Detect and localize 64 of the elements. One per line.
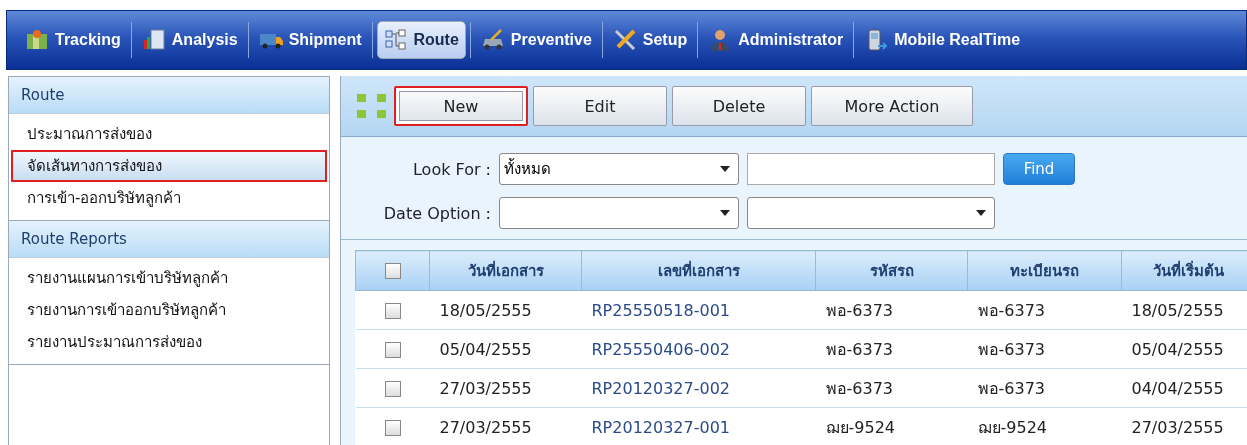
table-cell: RP25550406-002 [581,329,816,369]
dropdown[interactable] [499,197,739,229]
nav-tab[interactable]: Setup [606,22,694,58]
nav-tab[interactable]: Administrator [702,22,850,58]
column-header[interactable]: รหัสรถ [815,250,968,291]
chart-icon [141,28,166,52]
toolbar-button[interactable]: Edit [533,86,667,126]
column-header[interactable]: ทะเบียนรถ [967,250,1122,291]
sidebar-item[interactable]: รายงานประมาณการส่งของ [11,326,327,358]
sidebar-item[interactable]: รายงานแผนการเข้าบริษัทลูกค้า [11,262,327,294]
caret-icon [720,210,730,216]
table-cell: พอ-6373 [967,368,1122,408]
table-cell: 27/03/2555 [429,407,582,445]
nav-tab[interactable]: Preventive [474,22,598,58]
sidebar-item[interactable]: รายงานการเข้าออกบริษัทลูกค้า [11,294,327,326]
table-cell: 05/04/2555 [429,329,582,369]
checkbox[interactable] [384,303,401,319]
toolbar-button[interactable]: More Action [811,86,973,126]
table-cell: พอ-6373 [967,290,1122,330]
sidebar-item[interactable]: ประมาณการส่งของ [11,118,327,150]
caret-icon [976,210,986,216]
dropdown[interactable] [747,197,995,229]
toolbar-button[interactable]: New [394,86,528,126]
column-header[interactable]: วันที่เริ่มต้น [1121,250,1247,291]
nav-tab[interactable]: Shipment [252,22,368,58]
table-cell: พอ-6373 [815,368,968,408]
field-label: Date Option : [382,203,491,223]
sidebar-header[interactable]: Route [9,77,329,114]
table-cell: 05/04/2555 [1121,329,1247,369]
tools-icon [612,28,637,52]
table-cell: พอ-6373 [815,329,968,369]
dropdown[interactable]: ทั้งหมด [499,153,739,185]
checkbox[interactable] [384,263,401,279]
checkbox[interactable] [384,420,401,436]
table-cell: 18/05/2555 [429,290,582,330]
table-cell: RP20120327-002 [581,368,816,408]
route-icon [383,28,408,52]
map-icon [25,28,49,52]
checkbox[interactable] [384,381,401,397]
column-header[interactable]: วันที่เอกสาร [429,250,582,291]
sidebar-header[interactable]: Route Reports [9,221,329,258]
table-cell: พอ-6373 [967,329,1122,369]
sidebar-item[interactable]: การเข้า-ออกบริษัทลูกค้า [11,182,327,214]
table-cell: ฌย-9524 [967,407,1122,445]
sidebar-item[interactable]: จัดเส้นทางการส่งของ [11,150,327,182]
table-cell: RP25550518-001 [581,290,816,330]
search-field[interactable] [747,153,995,185]
nav-tab[interactable]: Route [376,21,466,59]
caret-icon [720,166,730,172]
nav-tab[interactable]: Mobile RealTime [858,22,1027,58]
table-cell: 27/03/2555 [429,368,582,408]
table-cell: 18/05/2555 [1121,290,1247,330]
checkbox[interactable] [384,342,401,358]
table-cell: พอ-6373 [815,290,968,330]
nav-tab[interactable]: Analysis [135,22,244,58]
car-icon [480,28,505,52]
table-cell: ฌย-9524 [815,407,968,445]
table-cell: 04/04/2555 [1121,368,1247,408]
nav-tab[interactable]: Tracking [19,22,127,58]
table-cell: RP20120327-001 [581,407,816,445]
column-header[interactable]: เลขที่เอกสาร [581,250,816,291]
field-label: Look For : [411,159,491,179]
table-cell: 27/03/2555 [1121,407,1247,445]
toolbar-button[interactable]: Delete [672,86,806,126]
